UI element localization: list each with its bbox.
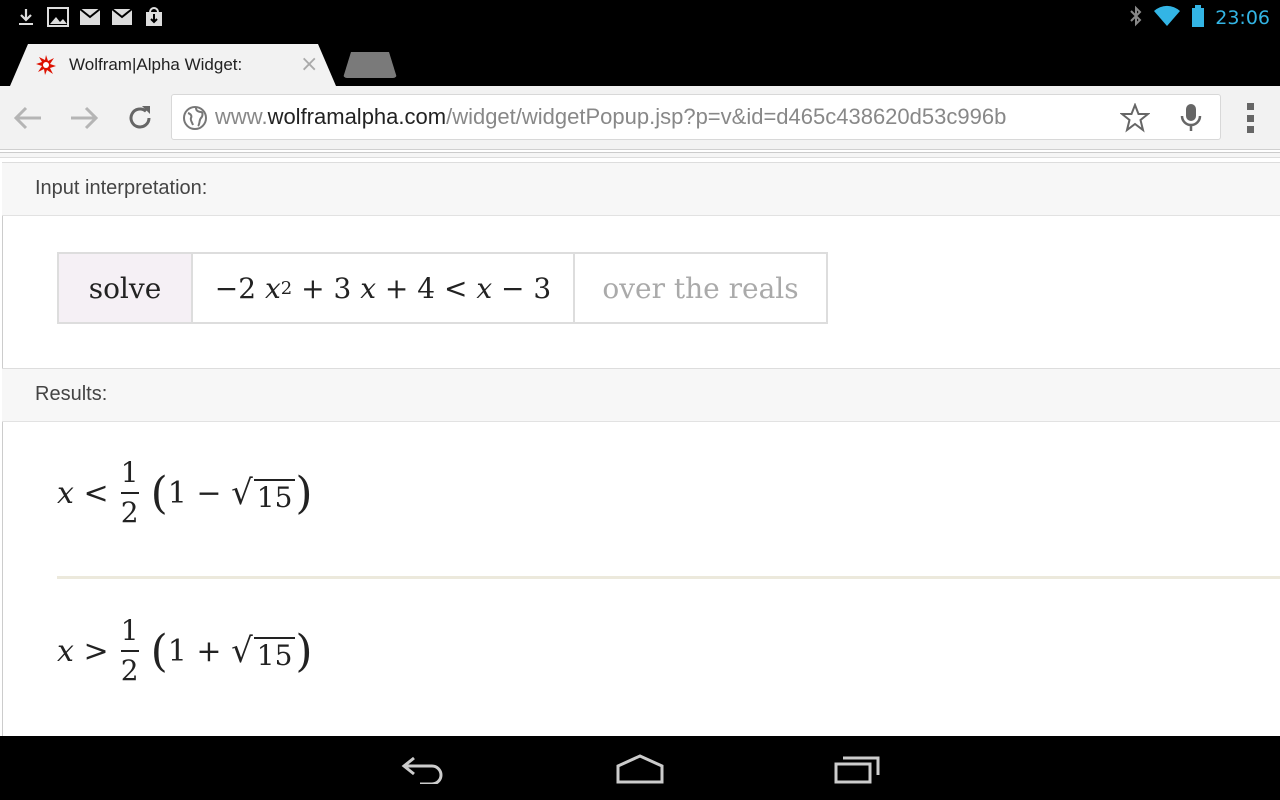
fraction-denominator: 2 <box>120 496 139 529</box>
results-header: Results: <box>2 368 1280 422</box>
result-operator: > <box>83 633 109 669</box>
expr-coef-a: −2 <box>214 271 257 305</box>
arrow-right-icon <box>71 106 99 130</box>
notification-icons <box>14 6 166 28</box>
expr-term-b: + 3 <box>301 271 352 305</box>
radical-sign-icon: √ <box>231 630 253 671</box>
open-paren: ( <box>150 625 168 677</box>
arrow-left-icon <box>13 106 41 130</box>
gmail-icon <box>110 6 134 28</box>
system-nav-bar <box>0 736 1280 800</box>
fraction-numerator: 1 <box>120 456 139 489</box>
clock: 23:06 <box>1215 7 1270 29</box>
url-bar[interactable]: www.wolframalpha.com/widget/widgetPopup.… <box>171 94 1221 140</box>
result-item: x < 1 2 (1 − √ 15) <box>57 448 313 538</box>
result-constant: 1 <box>167 475 187 511</box>
wifi-icon <box>1153 5 1181 31</box>
fraction-bar <box>120 650 139 652</box>
menu-dot-icon <box>1246 114 1254 122</box>
wolfram-star-icon <box>36 55 56 75</box>
menu-dot-icon <box>1246 103 1254 110</box>
result-divider <box>57 576 1280 579</box>
result-var: x <box>57 475 74 511</box>
expr-var: x <box>264 271 281 305</box>
overflow-menu-button[interactable] <box>1240 100 1260 136</box>
recents-nav-icon[interactable] <box>833 754 881 784</box>
content-top-divider <box>0 152 1280 158</box>
microphone-icon[interactable] <box>1179 103 1203 133</box>
result-var: x <box>57 633 74 669</box>
browser-tab[interactable]: Wolfram|Alpha Widget: × <box>10 44 336 86</box>
expr-term-c: + 4 < <box>384 271 468 305</box>
input-interpretation-header: Input interpretation: <box>2 162 1280 216</box>
domain-cell: over the reals <box>602 271 799 305</box>
back-button[interactable] <box>11 101 45 135</box>
result-sign: − <box>196 475 222 511</box>
gmail-icon <box>78 6 102 28</box>
radical-sign-icon: √ <box>231 472 253 513</box>
status-bar: 23:06 <box>0 0 1280 34</box>
browser-toolbar: www.wolframalpha.com/widget/widgetPopup.… <box>0 86 1280 150</box>
input-interpretation-title: Input interpretation: <box>35 177 208 199</box>
new-tab-button[interactable] <box>343 52 397 78</box>
url-host: wolframalpha.com <box>267 104 447 129</box>
expr-var: x <box>360 271 376 305</box>
system-icons: 23:06 <box>1129 5 1270 31</box>
globe-icon <box>182 105 208 131</box>
expr-term-d: − 3 <box>501 271 552 305</box>
results-title: Results: <box>35 383 108 405</box>
reload-icon <box>129 106 151 129</box>
close-paren: ) <box>295 625 313 677</box>
back-nav-icon[interactable] <box>400 754 448 786</box>
solve-cell: solve <box>59 254 193 322</box>
bookmark-star-icon[interactable] <box>1119 102 1151 133</box>
fraction-numerator: 1 <box>120 614 139 647</box>
fraction: 1 2 <box>120 614 139 687</box>
reload-button[interactable] <box>123 101 157 135</box>
url-text[interactable]: www.wolframalpha.com/widget/widgetPopup.… <box>215 104 1006 130</box>
menu-dot-icon <box>1246 126 1254 133</box>
fraction-bar <box>120 492 139 494</box>
download-icon <box>14 6 38 28</box>
web-content[interactable]: Input interpretation: solve −2 x2 + 3 x … <box>0 150 1280 736</box>
result-item: x > 1 2 (1 + √ 15) <box>57 606 313 696</box>
battery-icon <box>1191 5 1205 31</box>
url-path: /widget/widgetPopup.jsp?p=v&id=d465c4386… <box>446 104 1007 129</box>
square-root: √ 15 <box>231 630 296 672</box>
image-icon <box>46 6 70 28</box>
result-sign: + <box>196 633 222 669</box>
result-operator: < <box>83 475 109 511</box>
result-constant: 1 <box>167 633 187 669</box>
tab-strip: Wolfram|Alpha Widget: × <box>0 34 1280 86</box>
close-tab-icon[interactable]: × <box>300 52 318 77</box>
tab-title: Wolfram|Alpha Widget: <box>69 55 243 74</box>
bluetooth-icon <box>1129 5 1143 31</box>
expr-exponent: 2 <box>280 277 293 299</box>
url-prefix: www. <box>215 104 268 129</box>
fraction-denominator: 2 <box>120 654 139 687</box>
fraction: 1 2 <box>120 456 139 529</box>
close-paren: ) <box>295 467 313 519</box>
square-root: √ 15 <box>231 472 296 514</box>
radicand: 15 <box>253 478 296 514</box>
home-nav-icon[interactable] <box>615 754 664 784</box>
radicand: 15 <box>253 636 296 672</box>
forward-button[interactable] <box>67 101 101 135</box>
input-interpretation-table: solve −2 x2 + 3 x + 4 < x − 3 over the r… <box>57 252 828 324</box>
open-paren: ( <box>150 467 168 519</box>
store-download-icon <box>142 6 166 28</box>
expr-var: x <box>476 271 493 305</box>
inequality-cell: −2 x2 + 3 x + 4 < x − 3 <box>193 254 575 322</box>
